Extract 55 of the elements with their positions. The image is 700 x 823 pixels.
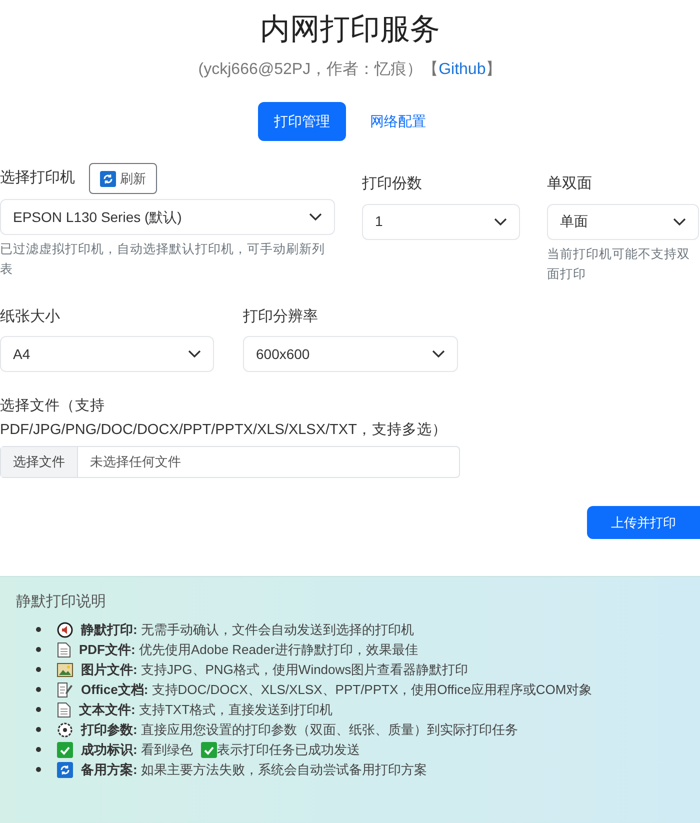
- refresh-icon: [100, 170, 116, 186]
- field-label: 单双面: [547, 174, 593, 194]
- field-label: 选择打印机: [0, 168, 75, 188]
- file-input[interactable]: 选择文件 未选择任何文件: [0, 446, 460, 478]
- chevron-down-icon: [432, 350, 445, 358]
- refresh-icon: [57, 762, 73, 778]
- nav-tab[interactable]: 网络配置: [354, 102, 442, 141]
- resolution-select[interactable]: 600x600: [243, 336, 458, 372]
- field-label: 选择文件（支持PDF/JPG/PNG/DOC/DOCX/PPT/PPTX/XLS/XLSX/TXT，支持多选）: [0, 397, 448, 440]
- info-item-text: 图片文件: 支持JPG、PNG格式，使用Windows图片查看器静默打印: [81, 660, 468, 678]
- upload-print-button[interactable]: 上传并打印: [587, 506, 700, 539]
- duplex-select[interactable]: 单面: [547, 204, 699, 240]
- document-icon: [57, 642, 71, 658]
- speaker-icon: [57, 622, 73, 638]
- bullet-icon: [36, 627, 41, 632]
- info-item-text: Office文档: 支持DOC/DOCX、XLS/XLSX、PPT/PPTX，使用Office应用程序或COM对象: [81, 680, 592, 698]
- info-item-text: 静默打印: 无需手动确认，文件会自动发送到选择的打印机: [81, 620, 414, 638]
- nav-tab[interactable]: 打印管理: [258, 102, 346, 141]
- field-hint: 当前打印机可能不支持双面打印: [547, 246, 691, 282]
- memo-icon: [57, 682, 73, 698]
- subtitle: (yckj666@52PJ，作者：忆痕）【: [198, 61, 439, 78]
- page-title: 内网打印服务: [260, 12, 440, 48]
- info-item-text: 打印参数: 直接应用您设置的打印参数（双面、纸张、质量）到实际打印任务: [81, 720, 518, 738]
- chevron-down-icon: [309, 213, 322, 221]
- info-item-text: 表示打印任务已成功发送: [216, 740, 360, 758]
- info-item-text: 文本文件: 支持TXT格式，直接发送到打印机: [79, 700, 333, 718]
- field-label: 打印份数: [362, 174, 423, 194]
- field-label: 打印分辨率: [243, 306, 319, 326]
- bullet-icon: [36, 767, 41, 772]
- chevron-down-icon: [673, 218, 686, 226]
- info-item-text: 备用方案: 如果主要方法失败，系统会自动尝试备用打印方案: [81, 760, 427, 778]
- github-link[interactable]: Github: [438, 61, 486, 78]
- bullet-icon: [36, 687, 41, 692]
- info-item-text: PDF文件: 优先使用Adobe Reader进行静默打印，效果最佳: [79, 640, 418, 658]
- info-title: 静默打印说明: [16, 592, 107, 612]
- check-icon: [200, 742, 217, 758]
- info-item-text: 成功标识: 看到绿色: [81, 740, 193, 758]
- bullet-icon: [36, 667, 41, 672]
- gear-icon: [57, 722, 73, 738]
- bullet-icon: [36, 707, 41, 712]
- bullet-icon: [36, 727, 41, 732]
- printer-select[interactable]: EPSON L130 Series (默认): [0, 199, 335, 235]
- field-hint: 已过滤虚拟打印机，自动选择默认打印机，可手动刷新列表: [0, 241, 326, 278]
- picture-icon: [57, 662, 73, 678]
- chevron-down-icon: [188, 350, 201, 358]
- chevron-down-icon: [494, 218, 507, 226]
- field-label: 纸张大小: [0, 306, 61, 326]
- copies-select[interactable]: 1: [362, 204, 520, 240]
- document-icon: [57, 702, 71, 718]
- paper-size-select[interactable]: A4: [0, 336, 214, 372]
- bullet-icon: [36, 747, 41, 752]
- refresh-button[interactable]: 刷新: [89, 163, 157, 194]
- bullet-icon: [36, 647, 41, 652]
- bracket-text: 】: [486, 61, 502, 78]
- check-icon: [57, 742, 73, 758]
